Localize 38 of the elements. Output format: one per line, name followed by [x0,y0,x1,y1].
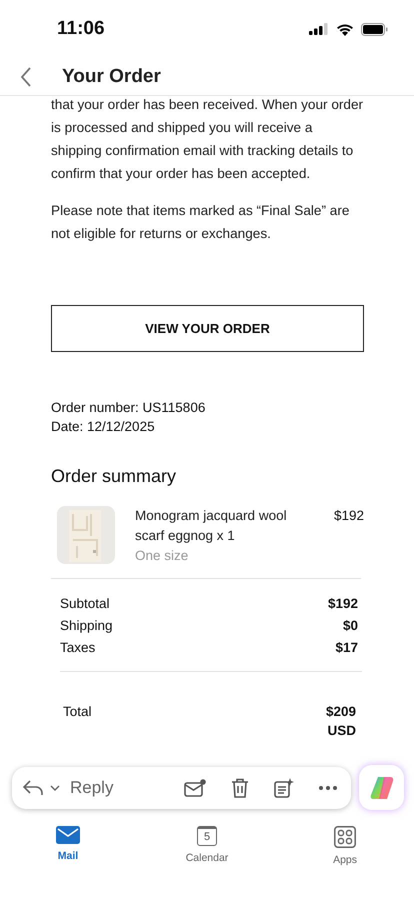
reply-icon[interactable] [23,780,43,796]
status-time: 11:06 [57,18,105,40]
back-icon[interactable] [20,66,32,86]
summary-value: $17 [335,639,358,657]
chevron-down-icon[interactable] [50,784,60,790]
sparkle-list-icon[interactable] [274,778,294,798]
assistant-button[interactable] [359,765,404,810]
product-variant: One size [135,547,190,565]
tab-bar-item[interactable]: Apps [333,826,357,866]
signal-icon [309,23,329,35]
battery-icon [361,22,388,36]
summary-label: Taxes [60,639,96,657]
total-label: Total [63,703,92,721]
order-number: Order number: US115806 [51,399,206,417]
calendar-icon: 5 [197,826,217,846]
assistant-logo-icon [368,774,394,800]
section-title: Order summary [51,466,176,487]
email-paragraph: that your order has been received. When your order is processed and shipped you will receive a shipping confirmation email with tracking details to confirm that your order has been accepted. [51,96,364,183]
more-icon[interactable] [319,786,337,790]
summary-label: Subtotal [60,595,110,613]
summary-label: Shipping [60,617,113,635]
summary-value: $192 [328,595,358,613]
apps-grid-icon [334,826,356,848]
tab-bar-item[interactable]: Mail [56,826,80,862]
email-paragraph: Please note that items marked as “Final Sale” are not eligible for returns or exchanges. [51,202,350,243]
screen-title: Your Order [62,66,161,88]
product-price: $192 [334,507,364,525]
total-currency: USD [327,722,356,740]
summary-value: $0 [342,617,358,635]
trash-icon[interactable] [231,778,249,798]
order-date: Date: 12/12/2025 [51,418,155,436]
mail-icon [56,826,80,844]
reply-button[interactable]: Reply [70,778,114,798]
view-order-button[interactable]: VIEW YOUR ORDER [51,305,364,352]
product-name: Monogram jacquard wool scarf eggnog x 1 [135,507,288,545]
wifi-icon [336,22,354,36]
total-value: $209 [326,703,356,721]
tab-bar-item[interactable]: 5 Calendar [186,826,228,864]
